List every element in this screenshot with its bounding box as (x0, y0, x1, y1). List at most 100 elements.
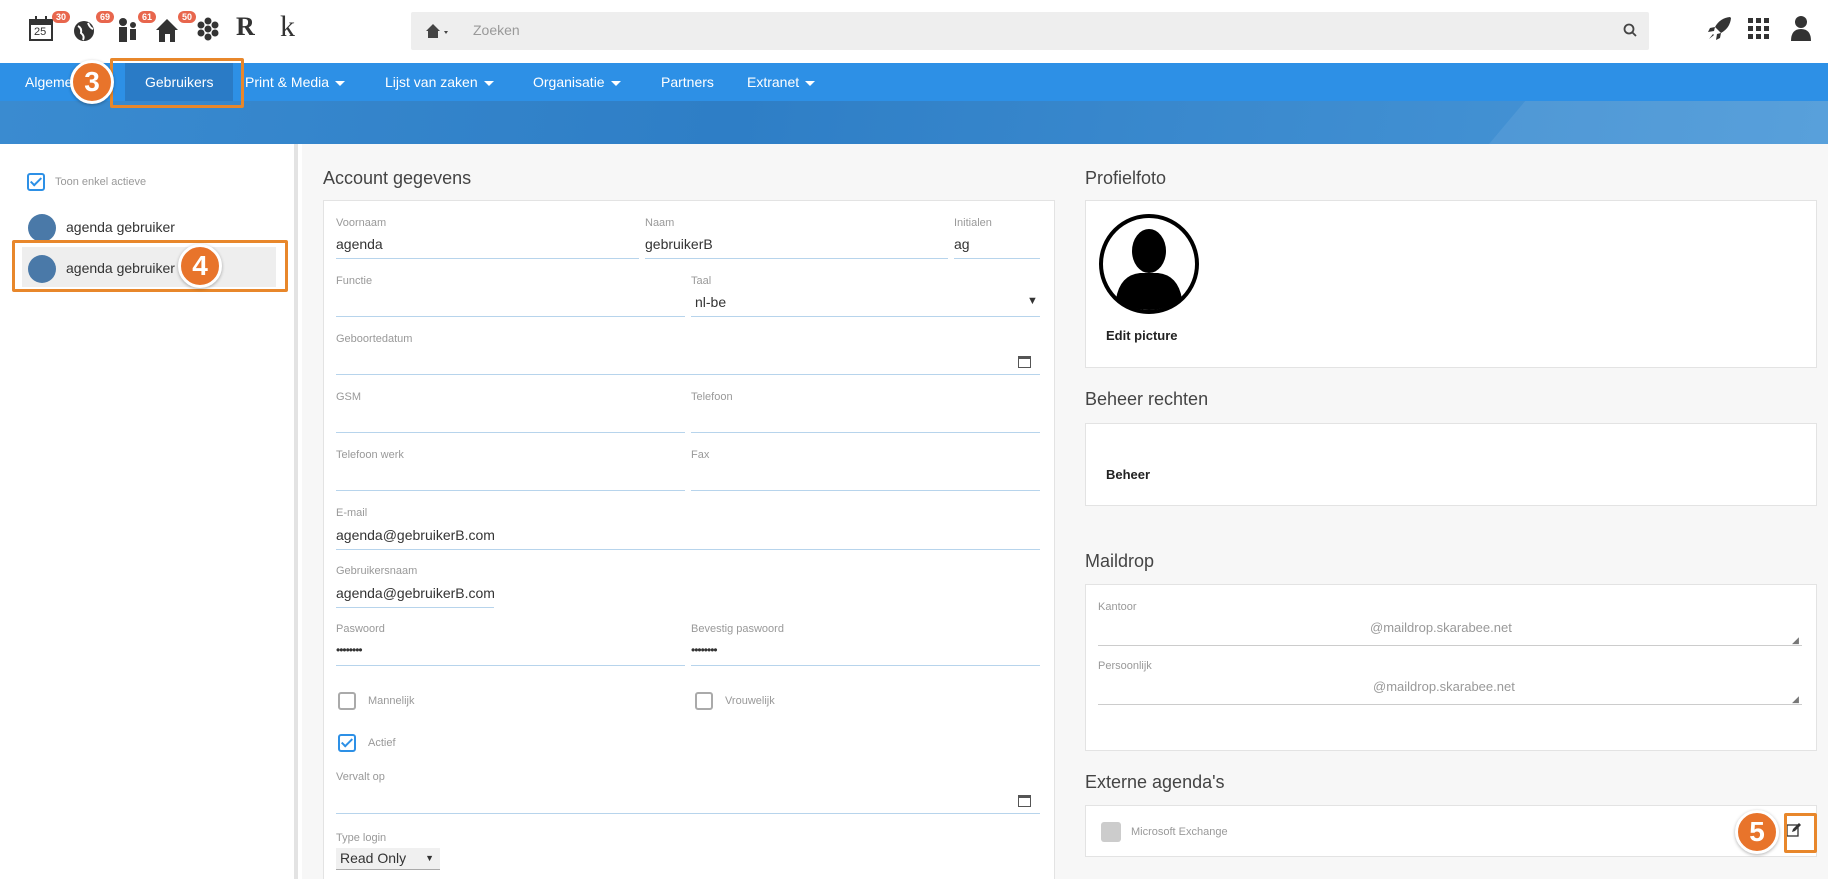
gsm-label: GSM (336, 391, 362, 403)
paswoord-input[interactable]: •••••••• (336, 643, 363, 657)
email-input[interactable]: agenda@gebruikerB.com (336, 527, 495, 543)
geboortedatum-label: Geboortedatum (336, 333, 413, 345)
globe-badge: 69 (95, 11, 114, 23)
paswoord-underline (336, 665, 685, 666)
profiel-title: Profielfoto (1085, 168, 1167, 188)
kantoor-label: Kantoor (1098, 601, 1137, 613)
mannelijk-label: Mannelijk (368, 695, 415, 707)
people-icon[interactable]: 61 (114, 11, 156, 44)
beheer-label[interactable]: Beheer (1106, 467, 1150, 482)
calendar-icon[interactable]: 25 30 (28, 11, 70, 44)
top-bar: 25 30 69 61 50 R k Zoeken (0, 0, 1828, 63)
date-picker-icon[interactable] (1018, 356, 1031, 368)
filter-active-checkbox[interactable] (27, 173, 45, 191)
header-banner (0, 101, 1828, 144)
type-login-value: Read Only (340, 850, 407, 866)
taal-select[interactable]: nl-be (695, 294, 726, 310)
search-input[interactable]: Zoeken (473, 22, 520, 38)
email-underline (336, 549, 1040, 550)
highlight-gebruikers (110, 58, 244, 108)
check-icon (340, 735, 354, 748)
nav-organisatie[interactable]: Organisatie (533, 63, 621, 101)
account-title: Account gegevens (323, 168, 472, 188)
apps-grid-icon[interactable] (1748, 18, 1770, 45)
logo-r-text: R (236, 12, 255, 41)
highlight-edit (1784, 813, 1817, 853)
chevron-down-icon (805, 80, 816, 86)
house-icon[interactable]: 50 (154, 11, 196, 44)
externe-title: Externe agenda's (1085, 772, 1225, 792)
step-5-marker: 5 (1735, 810, 1779, 854)
nav-label: Lijst van zaken (385, 74, 478, 90)
kantoor-domain: @maildrop.skarabee.net (1370, 620, 1512, 635)
logo-k-text: k (280, 10, 295, 43)
globe-icon[interactable]: 69 (72, 11, 114, 44)
functie-underline (336, 316, 685, 317)
logo-r[interactable]: R (236, 12, 266, 42)
rocket-icon[interactable] (1706, 14, 1734, 47)
check-icon (29, 174, 43, 187)
home-dropdown-icon[interactable] (425, 22, 453, 40)
date-picker-icon[interactable] (1018, 795, 1031, 807)
nav-partners[interactable]: Partners (661, 63, 714, 101)
user-icon[interactable] (1790, 14, 1812, 47)
persoonlijk-label: Persoonlijk (1098, 660, 1152, 672)
initialen-underline (954, 258, 1040, 259)
step-3-marker: 3 (70, 60, 114, 104)
type-login-label: Type login (336, 832, 387, 844)
exchange-checkbox[interactable] (1101, 822, 1121, 842)
highlight-user (12, 240, 288, 292)
functie-label: Functie (336, 275, 373, 287)
bevestig-label: Bevestig paswoord (691, 623, 784, 635)
telefoon-werk-underline (336, 490, 685, 491)
type-login-select[interactable]: Read Only ▼ (336, 848, 440, 870)
resize-handle-icon[interactable]: ◢ (1792, 694, 1799, 705)
gebruikersnaam-input[interactable]: agenda@gebruikerB.com (336, 585, 495, 601)
maildrop-panel: Kantoor @maildrop.skarabee.net ◢ Persoon… (1085, 584, 1817, 751)
nav-lijst-van-zaken[interactable]: Lijst van zaken (385, 63, 494, 101)
filter-active-label: Toon enkel actieve (55, 176, 147, 188)
bevestig-input[interactable]: •••••••• (691, 643, 718, 657)
resize-handle-icon[interactable]: ◢ (1792, 635, 1799, 646)
beheer-panel: Beheer (1085, 423, 1817, 506)
nav-label: Organisatie (533, 74, 605, 90)
vervalt-underline (336, 813, 1040, 814)
initialen-label: Initialen (954, 217, 992, 229)
beheer-title: Beheer rechten (1085, 389, 1209, 409)
gsm-underline (336, 432, 685, 433)
initialen-input[interactable]: ag (954, 236, 970, 252)
externe-panel: Microsoft Exchange (1085, 805, 1817, 857)
avatar (28, 214, 56, 242)
search-bar[interactable]: Zoeken (411, 12, 1649, 50)
maildrop-title: Maildrop (1085, 551, 1155, 571)
taal-dropdown-icon[interactable]: ▼ (1027, 295, 1038, 307)
telefoon-werk-label: Telefoon werk (336, 449, 404, 461)
taal-label: Taal (691, 275, 712, 287)
naam-label: Naam (645, 217, 675, 229)
logo-k[interactable]: k (280, 10, 310, 43)
mannelijk-checkbox[interactable] (338, 692, 356, 710)
actief-checkbox[interactable] (338, 734, 356, 752)
edit-picture-link[interactable]: Edit picture (1106, 328, 1178, 343)
email-label: E-mail (336, 507, 368, 519)
nav-print-media[interactable]: Print & Media (245, 63, 346, 101)
step-4-marker: 4 (178, 244, 222, 288)
main-content: Account gegevens Voornaam agenda Naam ge… (302, 144, 1828, 879)
chevron-down-icon: ▼ (425, 853, 434, 863)
search-icon[interactable] (1623, 23, 1637, 42)
nav-extranet[interactable]: Extranet (747, 63, 816, 101)
calendar-day: 25 (34, 26, 47, 38)
profiel-panel: Edit picture (1085, 200, 1817, 368)
nav-label: Print & Media (245, 74, 330, 90)
vrouwelijk-checkbox[interactable] (695, 692, 713, 710)
telefoon-underline (691, 432, 1040, 433)
nav-label: Extranet (747, 74, 800, 90)
profile-avatar-icon[interactable] (1098, 213, 1200, 315)
voornaam-input[interactable]: agenda (336, 236, 383, 252)
kantoor-underline (1098, 645, 1802, 646)
calendar-badge: 30 (51, 11, 70, 23)
flower-icon[interactable] (194, 14, 224, 44)
chevron-down-icon (483, 80, 494, 86)
naam-input[interactable]: gebruikerB (645, 236, 713, 252)
telefoon-label: Telefoon (691, 391, 733, 403)
